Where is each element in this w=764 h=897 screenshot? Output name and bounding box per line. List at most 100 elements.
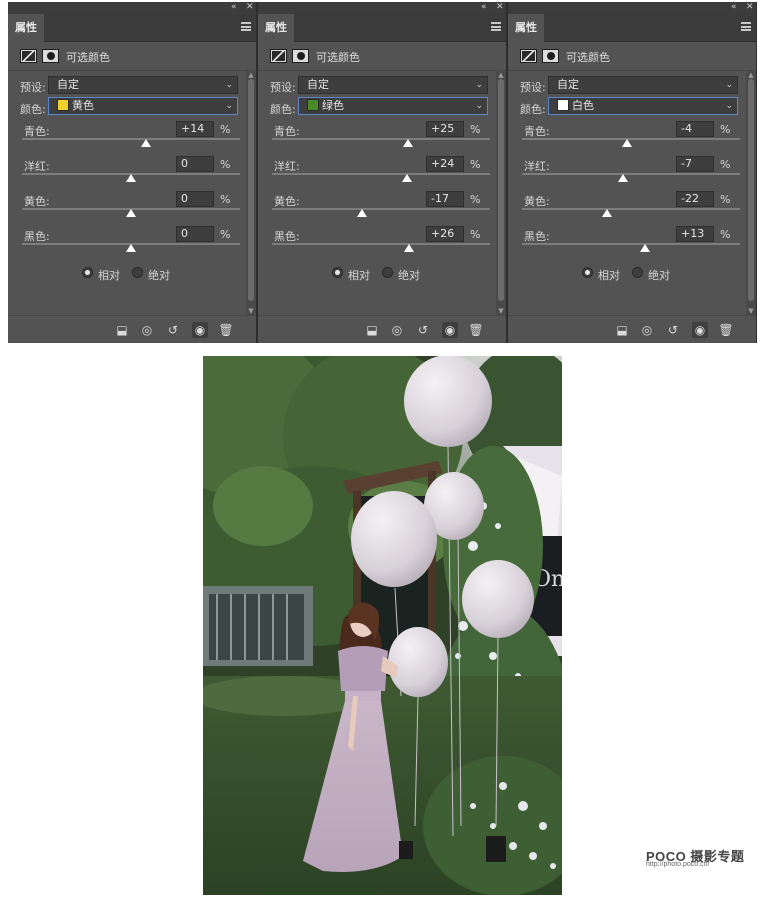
selective-color-icon [520,49,537,63]
clip-to-layer-icon[interactable]: ⬓ [114,322,130,338]
eye-icon[interactable]: ◉ [692,322,708,338]
clip-to-layer-icon[interactable]: ⬓ [364,322,380,338]
eye-icon[interactable]: ◉ [442,322,458,338]
scroll-down-arrow-icon[interactable]: ▼ [496,307,506,315]
slider-value-input[interactable]: +13 [676,226,714,242]
slider-value-input[interactable]: 0 [176,191,214,207]
preset-dropdown[interactable]: 自定 ⌄ [298,76,488,94]
slider-value-input[interactable]: +25 [426,121,464,137]
tab-properties[interactable]: 属性 [508,14,544,42]
watermark: POCO 摄影专题 http://photo.poco.cn/ [646,846,744,868]
slider-thumb[interactable] [602,209,612,217]
scrollbar[interactable]: ▲ ▼ [496,71,506,315]
hamburger-menu-icon[interactable] [241,22,251,31]
hamburger-menu-icon[interactable] [491,22,501,31]
slider-track[interactable] [272,208,490,210]
slider-track[interactable] [272,243,490,245]
trash-icon[interactable]: 🗑 [218,322,234,338]
slider-value-input[interactable]: -7 [676,156,714,172]
trash-icon[interactable]: 🗑 [718,322,734,338]
chevron-down-icon: ⌄ [475,101,483,111]
slider-label: 黑色: [274,230,300,243]
slider-thumb[interactable] [126,244,136,252]
close-icon[interactable]: ✕ [496,1,504,13]
preset-value: 自定 [57,78,79,91]
clip-to-layer-icon[interactable]: ⬓ [614,322,630,338]
collapse-icon[interactable]: « [231,1,237,13]
chevron-down-icon: ⌄ [725,101,733,111]
scrollbar[interactable]: ▲ ▼ [246,71,256,315]
radio-relative[interactable] [582,267,593,278]
slider-track[interactable] [522,173,740,175]
radio-relative[interactable] [82,267,93,278]
layer-mask-icon[interactable] [42,49,59,63]
color-dropdown[interactable]: 绿色 ⌄ [298,97,488,115]
color-swatch [307,99,319,111]
slider-thumb[interactable] [618,174,628,182]
slider-track[interactable] [272,138,490,140]
slider-track[interactable] [522,243,740,245]
slider-track[interactable] [22,138,240,140]
tab-properties[interactable]: 属性 [8,14,44,42]
scroll-thumb[interactable] [248,79,254,301]
scrollbar[interactable]: ▲ ▼ [746,71,756,315]
slider-value-input[interactable]: 0 [176,156,214,172]
tab-properties[interactable]: 属性 [258,14,294,42]
reset-icon[interactable]: ↺ [165,322,181,338]
scroll-thumb[interactable] [498,79,504,301]
slider-thumb[interactable] [622,139,632,147]
view-previous-state-icon[interactable]: ◎ [139,322,155,338]
slider-thumb[interactable] [402,174,412,182]
panel-footer: ⬓ ◎ ↺ ◉ 🗑 [258,315,506,343]
percent-unit: % [720,123,731,136]
slider-thumb[interactable] [126,174,136,182]
radio-absolute[interactable] [382,267,393,278]
slider-value-input[interactable]: +14 [176,121,214,137]
preset-value: 自定 [307,78,329,91]
reset-icon[interactable]: ↺ [665,322,681,338]
radio-relative[interactable] [332,267,343,278]
eye-icon[interactable]: ◉ [192,322,208,338]
color-dropdown[interactable]: 白色 ⌄ [548,97,738,115]
scroll-up-arrow-icon[interactable]: ▲ [246,71,256,79]
scroll-up-arrow-icon[interactable]: ▲ [496,71,506,79]
radio-absolute[interactable] [132,267,143,278]
slider-value-input[interactable]: -22 [676,191,714,207]
slider-thumb[interactable] [141,139,151,147]
scroll-up-arrow-icon[interactable]: ▲ [746,71,756,79]
panel-footer: ⬓ ◎ ↺ ◉ 🗑 [508,315,756,343]
slider-thumb[interactable] [357,209,367,217]
close-icon[interactable]: ✕ [246,1,254,13]
close-icon[interactable]: ✕ [746,1,754,13]
color-dropdown[interactable]: 黄色 ⌄ [48,97,238,115]
view-previous-state-icon[interactable]: ◎ [639,322,655,338]
color-swatch [557,99,569,111]
view-previous-state-icon[interactable]: ◎ [389,322,405,338]
scroll-thumb[interactable] [748,79,754,301]
scroll-down-arrow-icon[interactable]: ▼ [746,307,756,315]
scroll-down-arrow-icon[interactable]: ▼ [246,307,256,315]
layer-mask-icon[interactable] [542,49,559,63]
radio-absolute[interactable] [632,267,643,278]
slider-thumb[interactable] [640,244,650,252]
preset-dropdown[interactable]: 自定 ⌄ [48,76,238,94]
slider-value-input[interactable]: -17 [426,191,464,207]
collapse-icon[interactable]: « [731,1,737,13]
slider-thumb[interactable] [404,244,414,252]
preset-label: 预设: [20,81,46,94]
slider-value-input[interactable]: -4 [676,121,714,137]
preset-dropdown[interactable]: 自定 ⌄ [548,76,738,94]
trash-icon[interactable]: 🗑 [468,322,484,338]
collapse-icon[interactable]: « [481,1,487,13]
slider-value-input[interactable]: +24 [426,156,464,172]
slider-track[interactable] [272,173,490,175]
slider-thumb[interactable] [126,209,136,217]
slider-track[interactable] [522,208,740,210]
hamburger-menu-icon[interactable] [741,22,751,31]
slider-value-input[interactable]: 0 [176,226,214,242]
slider-thumb[interactable] [403,139,413,147]
wedding-photo: On [203,356,562,895]
reset-icon[interactable]: ↺ [415,322,431,338]
layer-mask-icon[interactable] [292,49,309,63]
slider-value-input[interactable]: +26 [426,226,464,242]
